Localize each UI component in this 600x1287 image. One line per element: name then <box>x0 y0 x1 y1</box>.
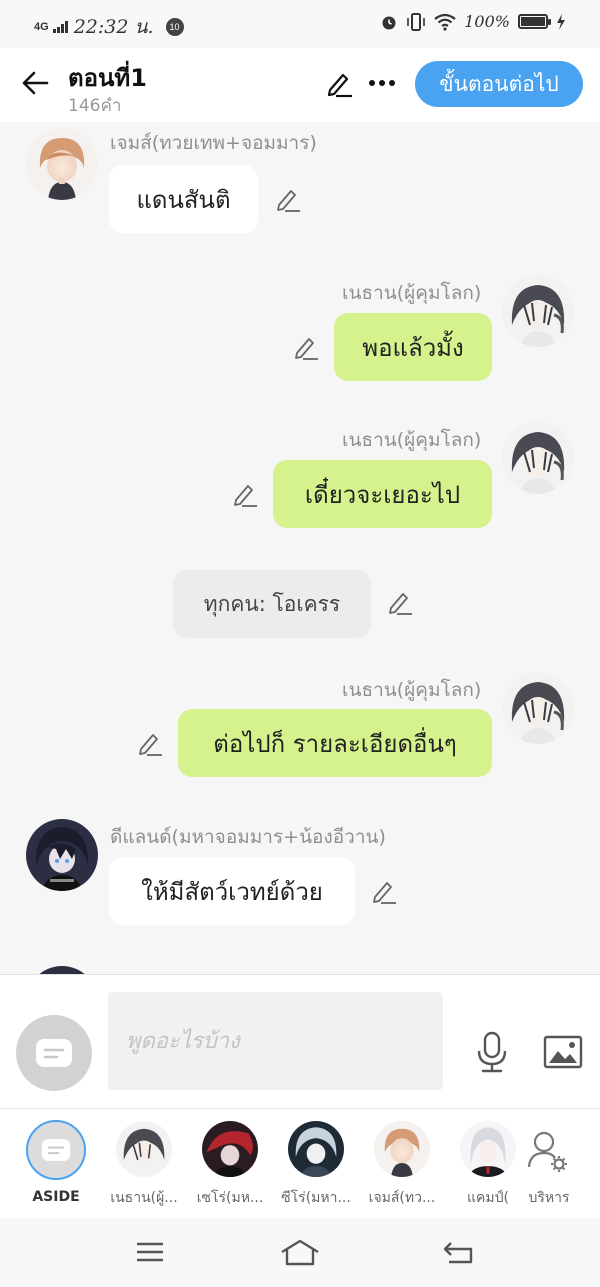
message-bubble[interactable]: เดี๋ยวจะเยอะไป <box>273 460 492 528</box>
speaker-name: เจมส์(ทวยเทพ+จอมมาร) <box>110 132 317 154</box>
character-label: ASIDE <box>32 1189 80 1205</box>
system-nav-bar <box>0 1218 600 1287</box>
vibrate-icon <box>407 12 426 31</box>
clock: 22:32 น. <box>73 16 154 38</box>
app-header: ตอนที่1 146คำ ขั้นตอนต่อไป <box>0 48 600 122</box>
edit-message-icon[interactable] <box>136 729 164 757</box>
avatar-nathan[interactable] <box>502 672 574 744</box>
home-icon <box>281 1239 319 1266</box>
chat-message-list[interactable]: เจมส์(ทวยเทพ+จอมมาร) แดนสันติ เนธาน(ผู้ค… <box>0 122 600 974</box>
user-settings-icon <box>526 1129 570 1177</box>
message-bubble[interactable]: ต่อไปก็ รายละเอียดอื่นๆ <box>178 709 492 777</box>
avatar-dylan[interactable] <box>26 819 98 891</box>
character-zero-red[interactable]: เซโร่(มห... <box>190 1109 270 1219</box>
next-step-button[interactable]: ขั้นตอนต่อไป <box>415 61 583 107</box>
avatar <box>116 1121 172 1177</box>
avatar <box>460 1121 516 1177</box>
avatar <box>374 1121 430 1177</box>
character-james[interactable]: เจมส์(ทว... <box>362 1109 442 1219</box>
word-count: 146คำ <box>68 96 122 116</box>
menu-icon <box>137 1242 163 1262</box>
message-input[interactable] <box>108 992 443 1090</box>
avatar-nathan[interactable] <box>502 275 574 347</box>
aside-character-button[interactable] <box>26 1120 86 1180</box>
message-box-icon <box>36 1039 72 1067</box>
message-box-icon <box>42 1139 70 1161</box>
character-selector: ASIDE เนธาน(ผู้... เซโร่(มห... ซีโร่(มหา… <box>0 1108 600 1218</box>
nav-home-button[interactable] <box>276 1232 324 1272</box>
alarm-icon <box>382 16 396 29</box>
message-bubble[interactable]: แดนสันติ <box>109 165 258 233</box>
avatar <box>202 1121 258 1177</box>
speaker-name: ดีแลนด์(มหาจอมมาร+น้องอีวาน) <box>110 826 386 848</box>
character-zero[interactable]: ซีโร่(มหา... <box>276 1109 356 1219</box>
microphone-icon <box>477 1031 507 1073</box>
battery-icon <box>518 14 551 29</box>
more-horizontal-icon <box>369 80 395 86</box>
character-label: บริหาร <box>528 1190 570 1206</box>
edit-message-icon[interactable] <box>231 480 259 508</box>
character-label: เนธาน(ผู้... <box>110 1190 178 1206</box>
nav-back-button[interactable] <box>434 1232 482 1272</box>
manage-characters-button[interactable]: บริหาร <box>512 1109 592 1219</box>
character-label: เจมส์(ทว... <box>368 1190 436 1206</box>
charging-icon <box>557 13 565 30</box>
more-options-button[interactable] <box>364 66 400 100</box>
speaker-name: เนธาน(ผู้คุมโลก) <box>342 679 482 701</box>
avatar-nathan[interactable] <box>502 422 574 494</box>
back-button[interactable] <box>14 62 56 104</box>
avatar <box>288 1121 344 1177</box>
composer-bar <box>0 974 600 1108</box>
edit-message-icon[interactable] <box>274 185 302 213</box>
edit-title-button[interactable] <box>322 66 356 100</box>
image-icon <box>543 1035 583 1069</box>
wifi-icon <box>434 13 456 31</box>
avatar-james[interactable] <box>26 128 98 200</box>
notification-badge: 10 <box>165 18 184 36</box>
network-type: 4G <box>34 21 49 33</box>
avatar-next[interactable] <box>26 966 98 974</box>
message-bubble[interactable]: พอแล้วมั้ง <box>334 313 492 381</box>
attach-image-button[interactable] <box>540 1031 586 1073</box>
back-icon <box>443 1242 473 1264</box>
narration-bubble[interactable]: ทุกคน: โอเครร <box>173 570 371 638</box>
signal-icon <box>52 21 68 33</box>
arrow-left-icon <box>22 71 49 95</box>
message-bubble[interactable]: ให้มีสัตว์เวทย์ด้วย <box>109 857 355 925</box>
character-label: ซีโร่(มหา... <box>281 1190 351 1206</box>
character-label: เซโร่(มห... <box>196 1190 264 1206</box>
battery-percent: 100% <box>464 12 510 31</box>
speaker-name: เนธาน(ผู้คุมโลก) <box>342 429 482 451</box>
status-bar: 4G 22:32 น. 10 100% <box>0 0 600 48</box>
nav-menu-button[interactable] <box>126 1232 174 1272</box>
pencil-icon <box>327 73 352 98</box>
voice-button[interactable] <box>470 1027 514 1077</box>
character-nathan[interactable]: เนธาน(ผู้... <box>104 1109 184 1219</box>
edit-message-icon[interactable] <box>292 333 320 361</box>
edit-message-icon[interactable] <box>386 588 414 616</box>
aside-toggle-button[interactable] <box>16 1015 92 1091</box>
edit-message-icon[interactable] <box>370 877 398 905</box>
speaker-name: เนธาน(ผู้คุมโลก) <box>342 282 482 304</box>
